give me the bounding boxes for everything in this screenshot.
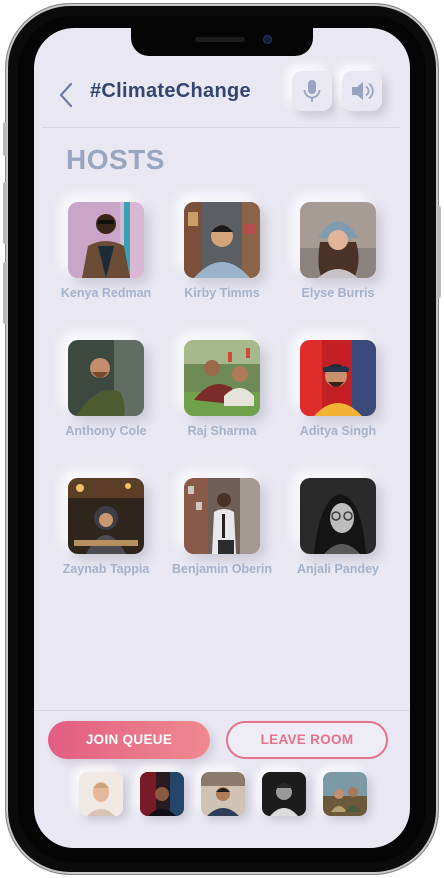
front-camera: [263, 35, 272, 44]
host-avatar: [300, 478, 376, 554]
host-avatar: [184, 202, 260, 278]
listener-avatar[interactable]: [79, 772, 123, 816]
host-name: Kenya Redman: [60, 286, 152, 300]
volume-up-button: [3, 182, 7, 244]
speaker-volume-icon: [352, 82, 374, 100]
listener-avatar[interactable]: [323, 772, 367, 816]
host-card[interactable]: Anthony Cole: [48, 340, 164, 438]
hosts-heading: HOSTS: [66, 144, 165, 175]
earpiece: [195, 37, 245, 42]
listener-avatar[interactable]: [262, 772, 306, 816]
host-avatar: [300, 340, 376, 416]
host-name: Kirby Timms: [184, 286, 260, 300]
host-avatar: [300, 202, 376, 278]
host-avatar: [68, 202, 144, 278]
speaker-button[interactable]: [342, 71, 382, 111]
power-button: [437, 206, 441, 298]
microphone-icon: [303, 80, 321, 102]
host-avatar: [184, 340, 260, 416]
footer-divider: [34, 710, 410, 711]
chevron-left-icon[interactable]: [56, 80, 80, 110]
mic-button[interactable]: [292, 71, 332, 111]
host-card[interactable]: Kirby Timms: [164, 202, 280, 300]
header-divider: [42, 127, 400, 128]
host-card[interactable]: Raj Sharma: [164, 340, 280, 438]
host-card[interactable]: Kenya Redman: [48, 202, 164, 300]
top-bar: #ClimateChange: [34, 68, 410, 128]
host-card[interactable]: Benjamin Oberin: [164, 478, 280, 576]
host-avatar: [68, 478, 144, 554]
listener-avatar[interactable]: [201, 772, 245, 816]
host-avatar: [68, 340, 144, 416]
host-name: Benjamin Oberin: [171, 562, 273, 576]
host-name: Raj Sharma: [187, 424, 257, 438]
listener-avatar[interactable]: [140, 772, 184, 816]
host-card[interactable]: Elyse Burris: [280, 202, 396, 300]
host-name: Anthony Cole: [65, 424, 147, 438]
host-card[interactable]: Zaynab Tappia: [48, 478, 164, 576]
app-screen: #ClimateChange HOSTS Kenya Redman Kirby …: [34, 28, 410, 848]
host-name: Elyse Burris: [301, 286, 375, 300]
host-name: Zaynab Tappia: [62, 562, 150, 576]
host-avatar: [184, 478, 260, 554]
join-queue-button[interactable]: JOIN QUEUE: [48, 721, 210, 759]
volume-down-button: [3, 262, 7, 324]
notch: [131, 28, 313, 56]
room-title: #ClimateChange: [90, 80, 251, 102]
leave-room-button[interactable]: LEAVE ROOM: [226, 721, 388, 759]
host-name: Anjali Pandey: [297, 562, 379, 576]
host-card[interactable]: Anjali Pandey: [280, 478, 396, 576]
host-card[interactable]: Aditya Singh: [280, 340, 396, 438]
host-name: Aditya Singh: [299, 424, 377, 438]
mute-switch: [3, 122, 7, 156]
